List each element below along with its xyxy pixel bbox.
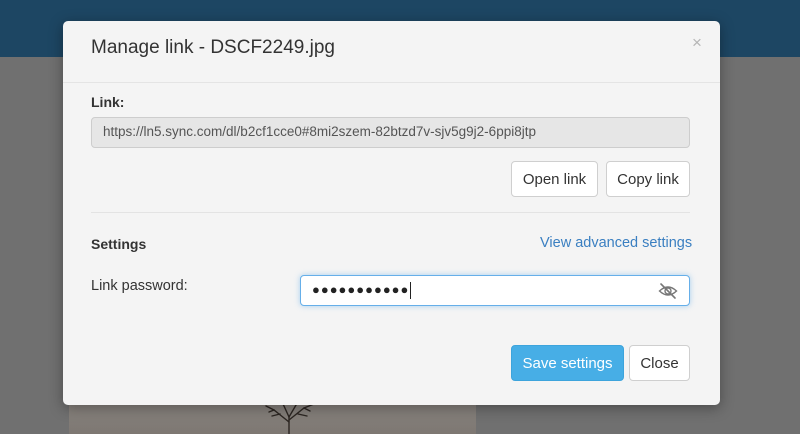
- tree-silhouette: [265, 402, 315, 434]
- link-password-label: Link password:: [91, 278, 188, 294]
- save-settings-button[interactable]: Save settings: [511, 345, 624, 381]
- settings-heading: Settings: [91, 236, 147, 252]
- link-url-field[interactable]: https://ln5.sync.com/dl/b2cf1cce0#8mi2sz…: [91, 117, 690, 148]
- dialog-title: Manage link - DSCF2249.jpg: [91, 37, 335, 58]
- password-value: ●●●●●●●●●●●: [312, 282, 412, 300]
- eye-slash-icon[interactable]: [658, 282, 678, 300]
- manage-link-dialog: Manage link - DSCF2249.jpg × Link: https…: [63, 21, 720, 405]
- open-link-button[interactable]: Open link: [511, 161, 598, 197]
- text-caret: [410, 282, 412, 300]
- dialog-header: Manage link - DSCF2249.jpg ×: [63, 21, 720, 83]
- link-password-input[interactable]: ●●●●●●●●●●●: [300, 275, 690, 306]
- section-divider: [91, 212, 690, 213]
- background-photo: [69, 400, 476, 434]
- close-icon[interactable]: ×: [692, 34, 702, 51]
- copy-link-button[interactable]: Copy link: [606, 161, 690, 197]
- link-label: Link:: [91, 94, 125, 110]
- view-advanced-settings-link[interactable]: View advanced settings: [540, 235, 692, 251]
- close-button[interactable]: Close: [629, 345, 690, 381]
